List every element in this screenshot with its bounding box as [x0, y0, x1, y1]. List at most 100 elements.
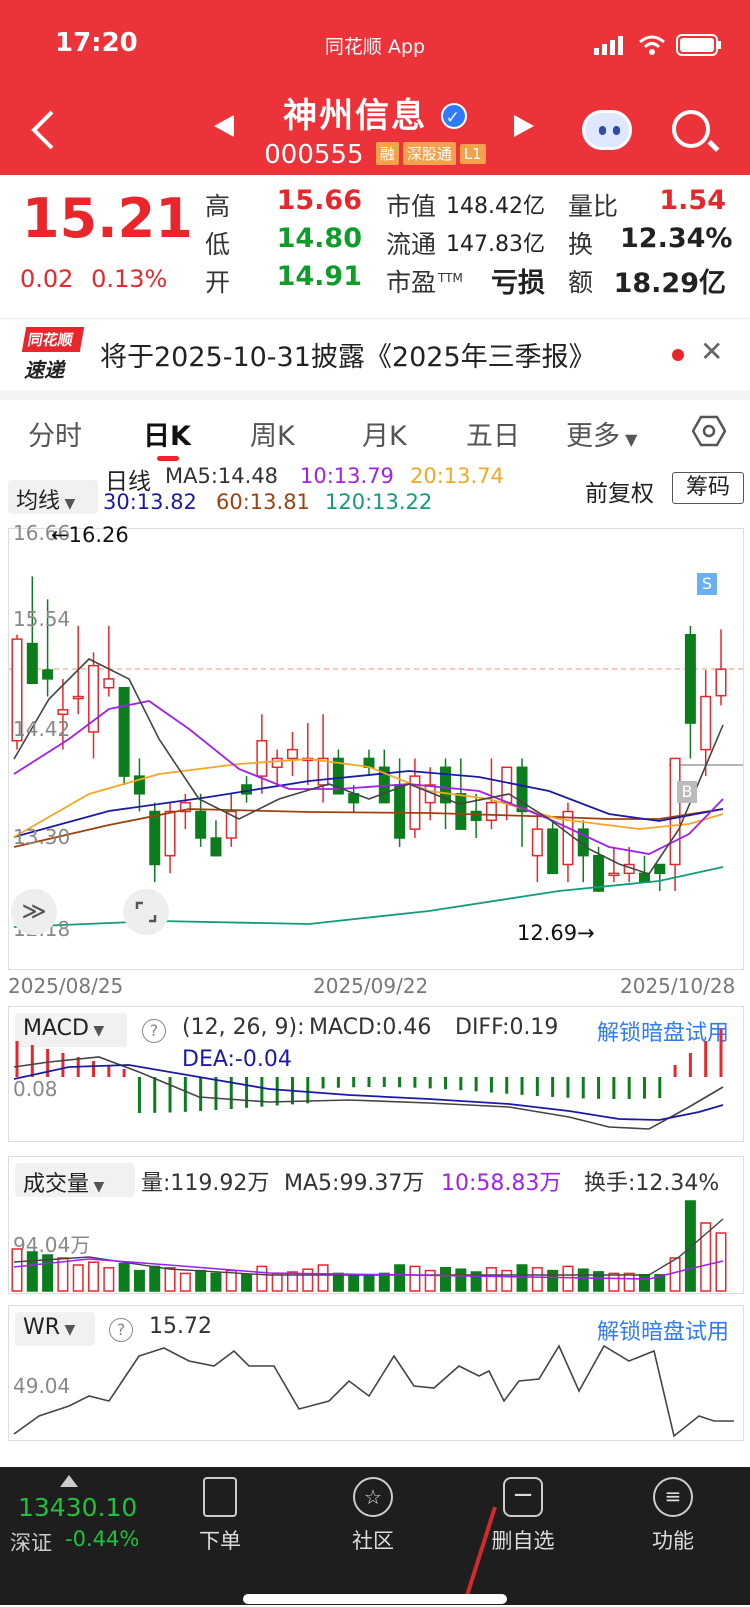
star-circle-icon: ☆: [353, 1477, 393, 1517]
turnover-value: 12.34%: [620, 223, 733, 254]
stock-name-row: 神州信息 ✓: [0, 88, 750, 137]
change-value: 0.02: [20, 265, 74, 293]
ma-legend-bar: 均线 ▼ 日线 MA5:14.48 10:13.79 20:13.74 30:1…: [0, 464, 750, 526]
volume-bar: [516, 1264, 528, 1292]
kline-chart-panel[interactable]: 16.66 15.54 14.42 13.30 12.18 ←16.26 12.…: [8, 521, 744, 970]
dea-line: [13, 1064, 724, 1121]
volume-bar: [348, 1274, 360, 1292]
news-logo-top: 同花顺: [21, 327, 85, 352]
margin-tag: 融: [375, 142, 399, 165]
kline-chart[interactable]: [9, 529, 743, 969]
index-change: -0.44%: [65, 1527, 140, 1551]
volume-ratio-value: 1.54: [659, 185, 726, 216]
ma30-value: 30:13.82: [103, 490, 197, 514]
volume-bar: [11, 1248, 23, 1292]
volume-panel[interactable]: 成交量 ▼ 量:119.92万 MA5:99.37万 10:58.83万 换手:…: [8, 1156, 744, 1294]
candle-body: [485, 801, 497, 822]
nav-community-label: 社区: [352, 1529, 394, 1553]
wr-panel[interactable]: WR ▼ ? 15.72 解锁暗盘试用 49.04: [8, 1305, 744, 1441]
active-tab-indicator: [157, 456, 179, 461]
volume-bar: [271, 1272, 283, 1292]
indicator-select[interactable]: 均线 ▼: [8, 480, 98, 514]
macd-chart: [13, 1029, 724, 1130]
tab-more[interactable]: 更多 ▼: [566, 414, 637, 453]
nav-functions[interactable]: ≡ 功能: [618, 1477, 728, 1555]
candle-body: [164, 810, 176, 857]
ma60-value: 60:13.81: [216, 490, 310, 514]
candle-body: [470, 810, 482, 822]
low-label: 低: [205, 230, 231, 259]
period-tabs: 分时 日K 周K 月K 五日 更多 ▼: [0, 400, 750, 470]
index-value[interactable]: 13430.10: [18, 1493, 137, 1522]
ma120-value: 120:13.22: [325, 490, 433, 514]
adjust-type[interactable]: 前复权: [585, 474, 654, 508]
news-logo-bottom: 速递: [24, 358, 64, 382]
ma10-value: 10:13.79: [300, 464, 394, 488]
menu-circle-icon: ≡: [653, 1477, 693, 1517]
candle-body: [501, 766, 513, 804]
assistant-robot-button[interactable]: [582, 110, 632, 150]
tab-five-day[interactable]: 五日: [466, 414, 520, 453]
high-value: 15.66: [276, 185, 362, 216]
close-icon[interactable]: ✕: [700, 335, 723, 368]
volume-bar: [485, 1267, 497, 1292]
news-text[interactable]: 将于2025-10-31披露《2025年三季报》: [100, 335, 596, 374]
candle-body: [654, 863, 666, 875]
volume-bar: [638, 1274, 650, 1292]
tab-intraday[interactable]: 分时: [28, 414, 82, 453]
pe-ttm: TTM: [438, 270, 463, 285]
nav-functions-label: 功能: [652, 1529, 694, 1553]
ma20-value: 20:13.74: [410, 464, 504, 488]
candle-body: [256, 740, 268, 777]
amount-value: 18.29亿: [613, 268, 726, 299]
candle-body: [72, 695, 84, 700]
x-axis-label: 2025/09/22: [313, 974, 429, 998]
volume-bar: [577, 1268, 589, 1292]
volume-bar: [684, 1200, 696, 1292]
candle-body: [271, 757, 283, 769]
tab-monthly-k[interactable]: 月K: [362, 414, 407, 453]
verified-icon: ✓: [440, 103, 467, 129]
candle-body: [638, 872, 650, 883]
y-axis-label: 15.54: [13, 607, 71, 631]
expand-left-button[interactable]: ≫: [11, 889, 57, 935]
macd-panel[interactable]: MACD ▼ ? (12, 26, 9): MACD:0.46 DIFF:0.1…: [8, 1006, 744, 1142]
nav-order[interactable]: 下单: [165, 1477, 275, 1555]
wifi-icon: [639, 35, 665, 55]
change-percent: 0.13%: [91, 265, 168, 293]
mktcap-value: 148.42亿: [446, 194, 545, 219]
candle-body: [700, 695, 712, 751]
caret-down-icon: ▼: [60, 496, 76, 512]
fullscreen-button[interactable]: [123, 889, 169, 935]
battery-icon: [676, 34, 721, 56]
stock-name: 神州信息: [283, 96, 428, 136]
volume-bar: [210, 1272, 222, 1292]
candle-body: [715, 668, 727, 697]
stock-code-row: 000555 融深股通 L1: [0, 140, 750, 170]
tab-daily-k[interactable]: 日K: [143, 414, 191, 453]
candle-body: [286, 748, 298, 760]
y-axis-label: 13.30: [13, 825, 71, 849]
high-label: 高: [205, 192, 231, 221]
candle-body: [57, 709, 69, 715]
sell-signal-tag[interactable]: S: [697, 573, 717, 595]
volume-bar: [302, 1268, 314, 1292]
candle-body: [42, 669, 54, 680]
buy-signal-tag[interactable]: B: [677, 781, 697, 803]
next-stock-button[interactable]: [512, 112, 536, 147]
volume-bar: [455, 1268, 467, 1292]
fullscreen-icon: [135, 901, 157, 923]
volume-bar: [149, 1265, 161, 1292]
tab-weekly-k[interactable]: 周K: [250, 414, 295, 453]
ma5-value: MA5:14.48: [165, 464, 279, 488]
settings-hexagon-icon[interactable]: [692, 414, 726, 448]
news-banner[interactable]: 同花顺 速递 将于2025-10-31披露《2025年三季报》 ✕: [0, 318, 750, 388]
candle-body: [118, 686, 130, 777]
chips-button[interactable]: 筹码: [672, 472, 744, 504]
expand-up-icon[interactable]: [60, 1475, 78, 1487]
volume-bar: [88, 1261, 100, 1292]
pe-label-text: 市盈: [386, 268, 437, 297]
search-button[interactable]: [672, 110, 710, 148]
nav-community[interactable]: ☆ 社区: [318, 1477, 428, 1555]
candle-body: [195, 810, 207, 839]
